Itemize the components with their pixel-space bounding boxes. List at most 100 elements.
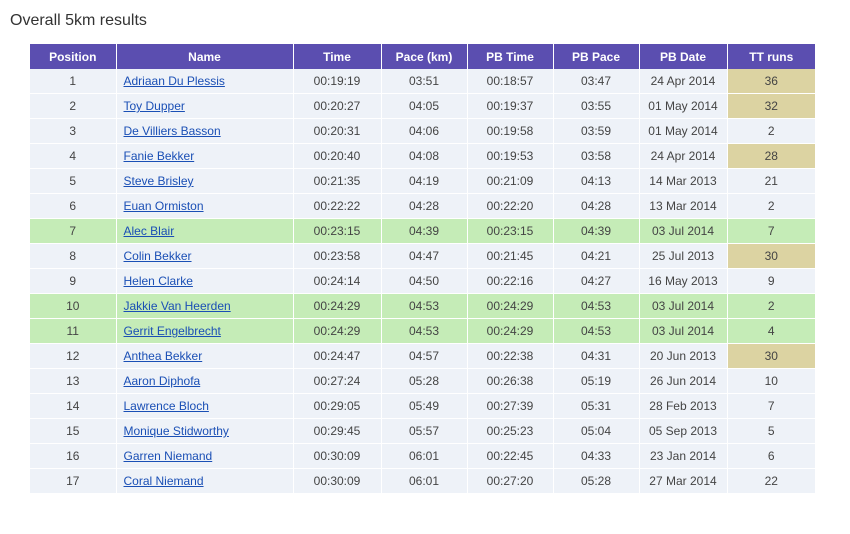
cell-position: 9 (30, 268, 117, 294)
cell-pb-date: 23 Jan 2014 (639, 443, 728, 469)
cell-name: Coral Niemand (116, 468, 294, 494)
cell-position: 2 (30, 93, 117, 119)
cell-pb-time: 00:19:58 (467, 118, 554, 144)
cell-tt-runs: 4 (727, 318, 815, 344)
cell-name: Lawrence Bloch (116, 393, 294, 419)
cell-pb-time: 00:27:39 (467, 393, 554, 419)
cell-position: 17 (30, 468, 117, 494)
cell-position: 12 (30, 343, 117, 369)
cell-tt-runs: 5 (727, 418, 815, 444)
cell-time: 00:20:31 (293, 118, 382, 144)
runner-name-link[interactable]: Adriaan Du Plessis (124, 74, 225, 88)
cell-time: 00:20:27 (293, 93, 382, 119)
cell-tt-runs: 32 (727, 93, 815, 119)
header-pb-pace: PB Pace (553, 44, 640, 69)
cell-time: 00:20:40 (293, 143, 382, 169)
cell-pb-pace: 03:59 (553, 118, 640, 144)
cell-name: Adriaan Du Plessis (116, 69, 294, 94)
cell-pace: 05:57 (381, 418, 468, 444)
cell-pb-time: 00:19:37 (467, 93, 554, 119)
cell-pb-date: 01 May 2014 (639, 118, 728, 144)
cell-pb-pace: 05:04 (553, 418, 640, 444)
cell-name: Alec Blair (116, 218, 294, 244)
cell-time: 00:21:35 (293, 168, 382, 194)
cell-tt-runs: 9 (727, 268, 815, 294)
cell-pace: 04:06 (381, 118, 468, 144)
cell-pb-date: 26 Jun 2014 (639, 368, 728, 394)
runner-name-link[interactable]: Coral Niemand (124, 474, 204, 488)
runner-name-link[interactable]: De Villiers Basson (124, 124, 221, 138)
runner-name-link[interactable]: Colin Bekker (124, 249, 192, 263)
cell-time: 00:24:29 (293, 293, 382, 319)
cell-time: 00:29:45 (293, 418, 382, 444)
table-row: 8 Colin Bekker 00:23:58 04:47 00:21:45 04:21 2… (30, 243, 815, 269)
cell-pb-pace: 04:53 (553, 293, 640, 319)
cell-pb-date: 20 Jun 2013 (639, 343, 728, 369)
cell-pb-date: 03 Jul 2014 (639, 293, 728, 319)
cell-name: Colin Bekker (116, 243, 294, 269)
cell-pace: 04:19 (381, 168, 468, 194)
runner-name-link[interactable]: Alec Blair (124, 224, 175, 238)
cell-pb-pace: 05:28 (553, 468, 640, 494)
cell-name: Steve Brisley (116, 168, 294, 194)
cell-tt-runs: 2 (727, 293, 815, 319)
table-row: 14 Lawrence Bloch 00:29:05 05:49 00:27:39 05:… (30, 393, 815, 419)
cell-pb-time: 00:22:45 (467, 443, 554, 469)
cell-pb-time: 00:24:29 (467, 318, 554, 344)
cell-time: 00:27:24 (293, 368, 382, 394)
cell-time: 00:24:14 (293, 268, 382, 294)
cell-pace: 06:01 (381, 468, 468, 494)
runner-name-link[interactable]: Steve Brisley (124, 174, 194, 188)
cell-pace: 04:47 (381, 243, 468, 269)
cell-pace: 04:50 (381, 268, 468, 294)
runner-name-link[interactable]: Toy Dupper (124, 99, 185, 113)
runner-name-link[interactable]: Gerrit Engelbrecht (124, 324, 221, 338)
table-row: 7 Alec Blair 00:23:15 04:39 00:23:15 04:39 03 … (30, 218, 815, 244)
cell-pb-date: 16 May 2013 (639, 268, 728, 294)
cell-position: 6 (30, 193, 117, 219)
cell-pb-date: 03 Jul 2014 (639, 318, 728, 344)
runner-name-link[interactable]: Monique Stidworthy (124, 424, 229, 438)
runner-name-link[interactable]: Aaron Diphofa (124, 374, 201, 388)
cell-tt-runs: 2 (727, 193, 815, 219)
cell-time: 00:23:15 (293, 218, 382, 244)
cell-name: Garren Niemand (116, 443, 294, 469)
runner-name-link[interactable]: Helen Clarke (124, 274, 193, 288)
results-table: Position Name Time Pace (km) PB Time PB … (30, 44, 815, 494)
cell-pb-date: 14 Mar 2013 (639, 168, 728, 194)
cell-time: 00:24:47 (293, 343, 382, 369)
cell-pb-date: 05 Sep 2013 (639, 418, 728, 444)
cell-pb-date: 13 Mar 2014 (639, 193, 728, 219)
runner-name-link[interactable]: Fanie Bekker (124, 149, 195, 163)
cell-name: Jakkie Van Heerden (116, 293, 294, 319)
table-row: 5 Steve Brisley 00:21:35 04:19 00:21:09 04:13… (30, 168, 815, 194)
runner-name-link[interactable]: Euan Ormiston (124, 199, 204, 213)
cell-pace: 06:01 (381, 443, 468, 469)
cell-position: 5 (30, 168, 117, 194)
cell-pb-pace: 05:31 (553, 393, 640, 419)
cell-time: 00:23:58 (293, 243, 382, 269)
runner-name-link[interactable]: Lawrence Bloch (124, 399, 209, 413)
cell-pace: 04:53 (381, 318, 468, 344)
cell-pb-time: 00:22:38 (467, 343, 554, 369)
cell-time: 00:30:09 (293, 468, 382, 494)
cell-name: Fanie Bekker (116, 143, 294, 169)
cell-pace: 05:28 (381, 368, 468, 394)
cell-pace: 04:08 (381, 143, 468, 169)
table-row: 3 De Villiers Basson 00:20:31 04:06 00:19:58… (30, 118, 815, 144)
table-row: 15 Monique Stidworthy 00:29:45 05:57 00:25:2… (30, 418, 815, 444)
cell-pb-pace: 04:21 (553, 243, 640, 269)
runner-name-link[interactable]: Garren Niemand (124, 449, 213, 463)
cell-pace: 04:53 (381, 293, 468, 319)
cell-pb-time: 00:23:15 (467, 218, 554, 244)
runner-name-link[interactable]: Jakkie Van Heerden (124, 299, 231, 313)
cell-name: Toy Dupper (116, 93, 294, 119)
cell-position: 8 (30, 243, 117, 269)
cell-pb-date: 25 Jul 2013 (639, 243, 728, 269)
table-row: 16 Garren Niemand 00:30:09 06:01 00:22:45 04:… (30, 443, 815, 469)
cell-position: 14 (30, 393, 117, 419)
cell-time: 00:24:29 (293, 318, 382, 344)
runner-name-link[interactable]: Anthea Bekker (124, 349, 203, 363)
table-row: 1 Adriaan Du Plessis 00:19:19 03:51 00:18:57… (30, 69, 815, 94)
table-row: 12 Anthea Bekker 00:24:47 04:57 00:22:38 04:3… (30, 343, 815, 369)
